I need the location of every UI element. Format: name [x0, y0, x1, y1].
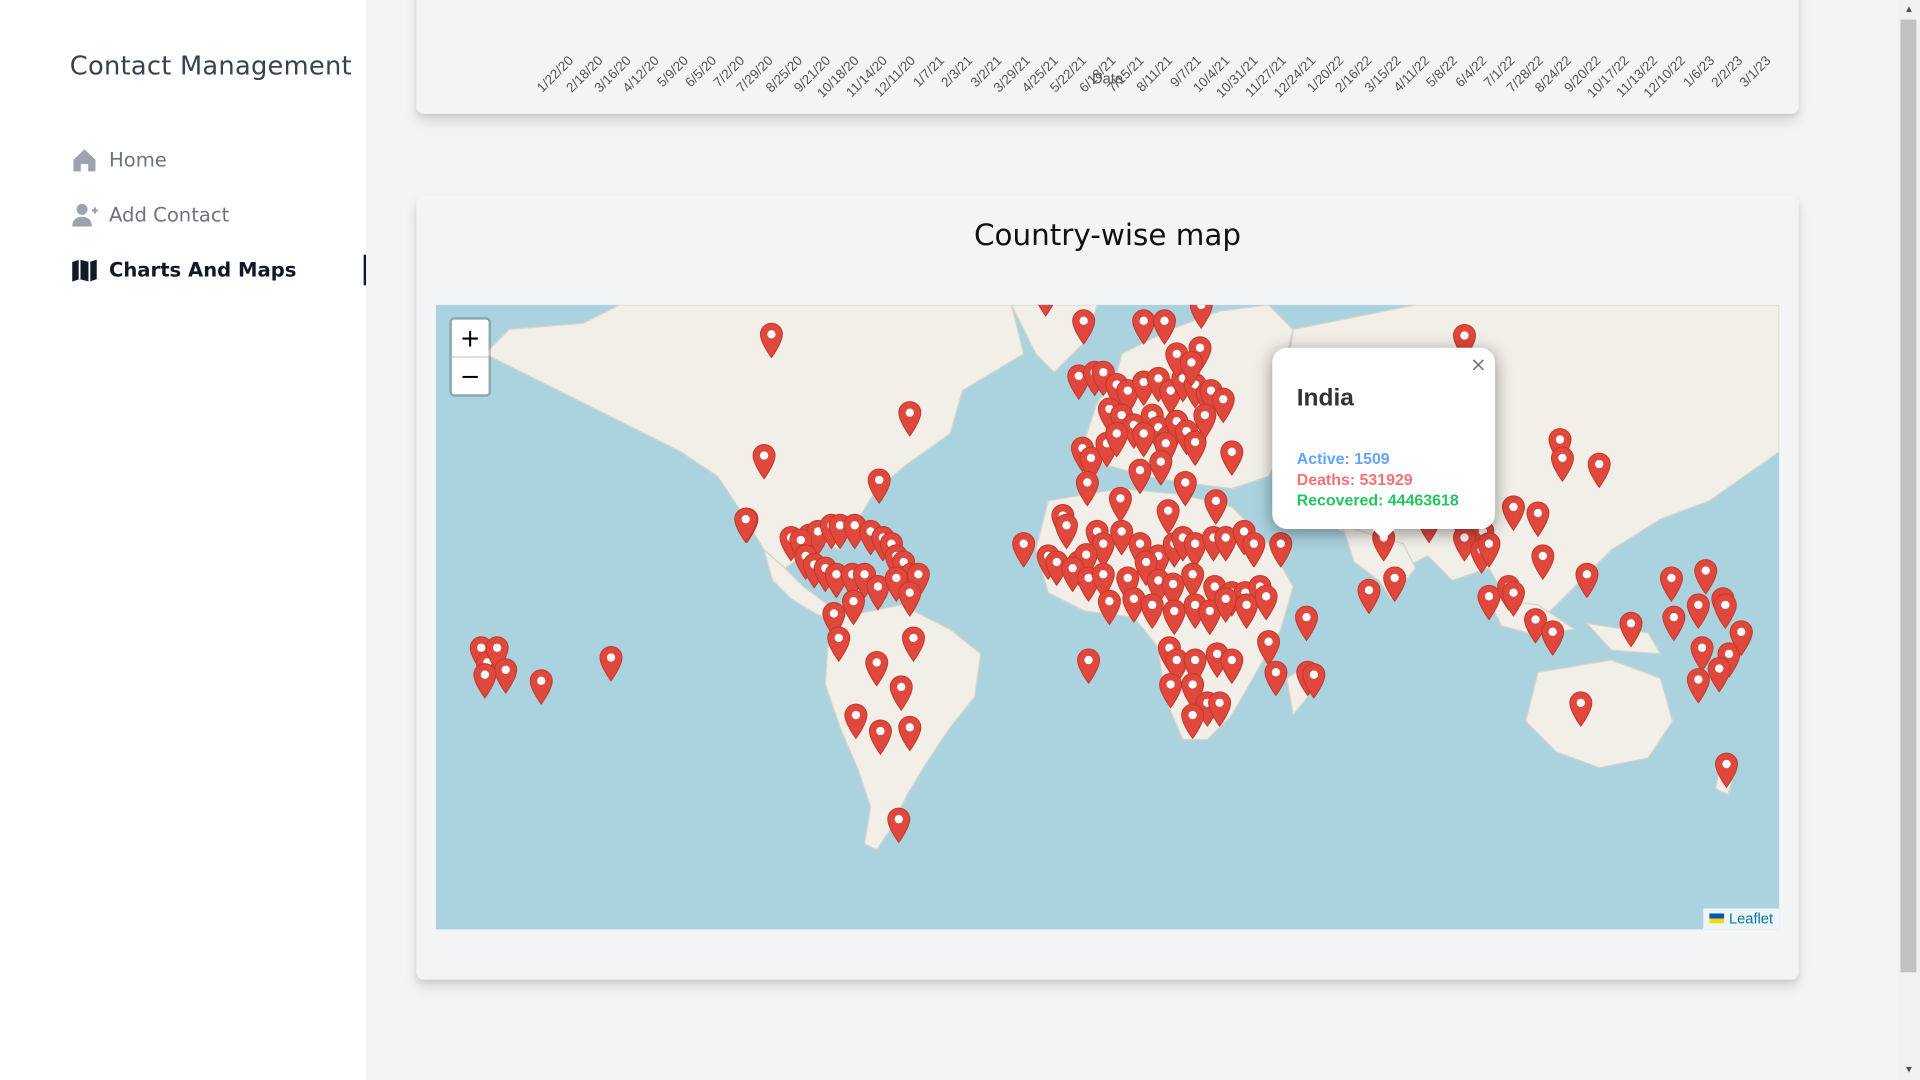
scroll-up-arrow-icon[interactable]: ▲	[1898, 0, 1920, 20]
map-marker-icon[interactable]	[1269, 531, 1293, 568]
x-axis-label: Date	[1092, 69, 1124, 87]
x-axis-ticks: 1/22/20 2/18/20 3/16/20 4/12/20 5/9/20 6/5/20…	[416, 0, 1798, 101]
map-marker-icon[interactable]	[1140, 593, 1164, 630]
map-marker-icon[interactable]	[898, 715, 922, 752]
map-marker-icon[interactable]	[1220, 648, 1244, 685]
map-marker-icon[interactable]	[599, 645, 623, 682]
map-attribution[interactable]: Leaflet	[1703, 908, 1780, 930]
popup-deaths-count: Deaths: 531929	[1296, 470, 1413, 489]
map-marker-icon[interactable]	[1204, 489, 1228, 526]
map-marker-icon[interactable]	[759, 322, 783, 359]
map-marker-icon[interactable]	[1707, 656, 1731, 693]
map-marker-icon[interactable]	[1097, 589, 1121, 626]
map-marker-icon[interactable]	[1149, 449, 1173, 486]
map-marker-icon[interactable]	[1076, 648, 1101, 685]
map-marker-icon[interactable]	[1729, 620, 1753, 657]
map-marker-icon[interactable]	[898, 580, 922, 617]
popup-active-count: Active: 1509	[1296, 449, 1390, 468]
map-marker-icon[interactable]	[1294, 605, 1319, 642]
map-marker-icon[interactable]	[1526, 501, 1550, 538]
map-marker-icon[interactable]	[1382, 566, 1407, 603]
sidebar-item-add-contact[interactable]: Add Contact	[70, 187, 366, 242]
map-marker-icon[interactable]	[887, 807, 911, 844]
map-marker-icon[interactable]	[1659, 566, 1683, 603]
zoom-out-button[interactable]: −	[451, 356, 489, 394]
map-marker-icon[interactable]	[1575, 562, 1599, 599]
popup-tip	[1371, 527, 1396, 541]
sidebar-item-label: Home	[108, 148, 167, 172]
popup-country-name: India	[1296, 384, 1354, 412]
page-scrollbar[interactable]: ▲ ▼	[1897, 0, 1920, 1080]
marker-layer	[436, 304, 1779, 929]
map-marker-icon[interactable]	[1302, 662, 1326, 699]
map-marker-icon[interactable]	[844, 703, 868, 740]
map-marker-icon[interactable]	[733, 507, 758, 544]
map-marker-icon[interactable]	[1662, 605, 1686, 642]
map-marker-icon[interactable]	[867, 468, 891, 505]
map-marker-icon[interactable]	[1501, 495, 1525, 532]
map-marker-icon[interactable]	[864, 650, 889, 687]
popup-close-button[interactable]: ×	[1470, 353, 1486, 376]
map-marker-icon[interactable]	[1531, 544, 1555, 581]
attribution-link[interactable]: Leaflet	[1729, 910, 1773, 927]
map-marker-icon[interactable]	[1207, 691, 1232, 728]
map-marker-icon[interactable]	[1173, 470, 1197, 507]
scroll-down-arrow-icon[interactable]: ▼	[1898, 1060, 1920, 1080]
map-marker-icon[interactable]	[889, 675, 913, 712]
map-marker-icon[interactable]	[1264, 660, 1288, 697]
map-marker-icon[interactable]	[1619, 611, 1643, 648]
map-marker-icon[interactable]	[473, 662, 497, 699]
map-marker-icon[interactable]	[1550, 446, 1574, 483]
sidebar: Contact Management Home Add Contact Char…	[0, 0, 367, 1080]
map-marker-icon[interactable]	[901, 626, 925, 663]
map-marker-icon[interactable]	[752, 443, 776, 480]
add-user-icon	[70, 200, 99, 229]
country-popup: × India Active: 1509 Deaths: 531929 Reco…	[1272, 347, 1496, 541]
map-marker-icon[interactable]	[1108, 486, 1132, 523]
map-marker-icon[interactable]	[1540, 620, 1565, 657]
main-content: 1/22/20 2/18/20 3/16/20 4/12/20 5/9/20 6/5/20…	[366, 0, 1851, 1080]
map-marker-icon[interactable]	[1180, 703, 1205, 740]
scroll-thumb[interactable]	[1900, 19, 1917, 973]
map-marker-icon[interactable]	[1104, 421, 1129, 458]
zoom-control: + −	[449, 317, 492, 397]
home-icon	[70, 145, 99, 174]
map-marker-icon[interactable]	[1152, 309, 1177, 346]
map-marker-icon[interactable]	[1357, 578, 1381, 615]
map-marker-icon[interactable]	[1193, 403, 1217, 440]
map-marker-icon[interactable]	[1714, 752, 1739, 789]
map-marker-icon[interactable]	[1075, 470, 1099, 507]
ukraine-flag-icon	[1709, 913, 1725, 924]
map-marker-icon[interactable]	[1033, 304, 1057, 317]
map-marker-icon[interactable]	[1011, 531, 1036, 568]
map-marker-icon[interactable]	[1242, 531, 1266, 568]
sidebar-nav: Home Add Contact Charts And Maps	[70, 132, 367, 297]
map-marker-icon[interactable]	[1189, 304, 1213, 329]
map-marker-icon[interactable]	[1477, 531, 1501, 568]
country-map[interactable]: + − × India Active: 1509 Deaths: 531929 …	[435, 304, 1780, 930]
map-marker-icon[interactable]	[1158, 672, 1183, 709]
map-title: Country-wise map	[974, 217, 1242, 253]
map-marker-icon[interactable]	[827, 626, 851, 663]
map-marker-icon[interactable]	[1501, 580, 1525, 617]
sidebar-item-label: Add Contact	[108, 203, 230, 227]
sidebar-item-charts-and-maps[interactable]: Charts And Maps	[70, 242, 367, 297]
map-card: Country-wise map + − × India Active: 150…	[416, 195, 1799, 980]
map-marker-icon[interactable]	[1071, 309, 1096, 346]
map-marker-icon[interactable]	[1254, 584, 1278, 621]
zoom-in-button[interactable]: +	[452, 320, 489, 357]
map-marker-icon[interactable]	[1569, 691, 1593, 728]
map-marker-icon[interactable]	[529, 669, 553, 706]
map-marker-icon[interactable]	[898, 400, 922, 437]
map-marker-icon[interactable]	[1220, 440, 1244, 477]
app-title: Contact Management	[69, 51, 352, 81]
popup-recovered-count: Recovered: 44463618	[1296, 491, 1459, 510]
timeline-chart-card: 1/22/20 2/18/20 3/16/20 4/12/20 5/9/20 6/5/20…	[416, 0, 1799, 114]
map-marker-icon[interactable]	[868, 719, 892, 756]
map-icon	[70, 255, 99, 284]
map-marker-icon[interactable]	[1686, 593, 1710, 630]
sidebar-item-home[interactable]: Home	[70, 132, 366, 187]
map-marker-icon[interactable]	[1587, 452, 1611, 489]
sidebar-item-label: Charts And Maps	[108, 258, 297, 282]
